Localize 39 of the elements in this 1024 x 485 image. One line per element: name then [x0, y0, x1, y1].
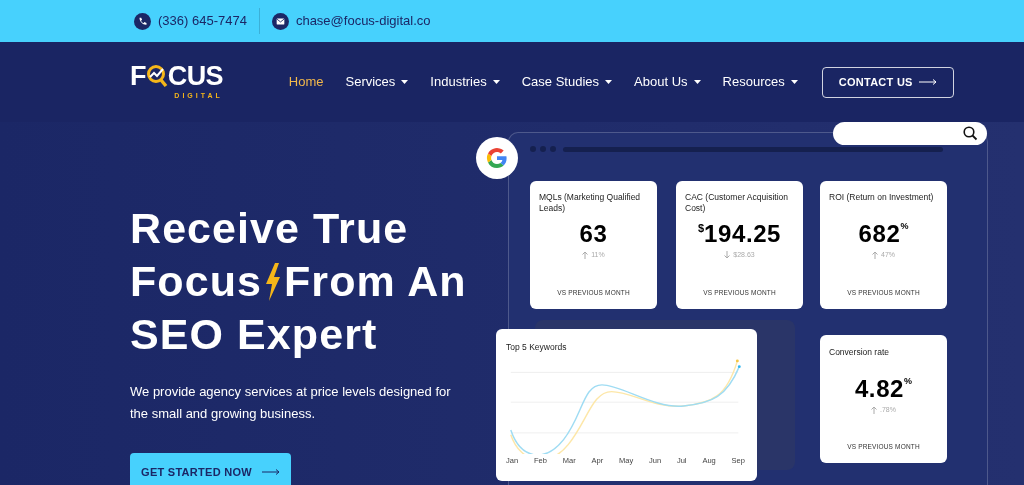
nav-link[interactable]: Services	[345, 72, 409, 92]
metric-title: CAC (Customer Acquisition Cost)	[685, 192, 789, 214]
email-link[interactable]: chase@focus-digital.co	[295, 11, 431, 31]
headline-text: SEO Expert	[130, 309, 378, 360]
metric-value: 194.25	[704, 220, 782, 248]
metric-value: 63	[579, 220, 608, 248]
arrow-up-icon	[871, 406, 877, 415]
nav-link[interactable]: Industries	[430, 72, 500, 92]
metric-title: MQLs (Marketing Qualified Leads)	[539, 192, 642, 214]
metric-value: 4.82	[854, 375, 905, 403]
nav-link[interactable]: Resources	[722, 72, 798, 92]
google-g-icon	[485, 146, 509, 170]
metric-title: ROI (Return on Investment)	[829, 192, 935, 204]
phone-icon	[134, 12, 151, 30]
arrow-right-icon	[261, 469, 280, 475]
arrow-down-icon	[724, 251, 731, 260]
metric-unit: $	[697, 221, 705, 234]
nav-link[interactable]: Home	[288, 72, 324, 92]
headline-text: From An	[284, 256, 467, 307]
arrow-up-icon	[872, 251, 878, 260]
arrow-right-icon	[918, 79, 937, 85]
phone-link[interactable]: (336) 645-7474	[158, 11, 247, 31]
get-started-button[interactable]: GET STARTED NOW	[130, 453, 291, 485]
hero-subtitle: We provide agency services at price levels designed for the small and growing business.	[130, 383, 452, 423]
headline-text: Receive True	[130, 203, 409, 254]
nav-link[interactable]: About Us	[634, 72, 701, 92]
contact-button[interactable]: CONTACT US	[821, 66, 954, 98]
metric-value: 682	[858, 220, 901, 248]
arrow-up-icon	[582, 251, 589, 260]
metric-unit: %	[904, 375, 913, 386]
chart-title: Top 5 Keywords	[506, 341, 568, 354]
nav-link[interactable]: Case Studies	[521, 72, 613, 92]
metric-title: Conversion rate	[829, 347, 890, 359]
mail-icon	[271, 12, 289, 30]
headline-text: Focus	[130, 256, 262, 307]
lightning-bolt-icon	[264, 262, 282, 301]
magnifier-chart-icon	[145, 64, 168, 89]
metric-unit: %	[900, 220, 909, 231]
search-icon	[963, 126, 978, 141]
